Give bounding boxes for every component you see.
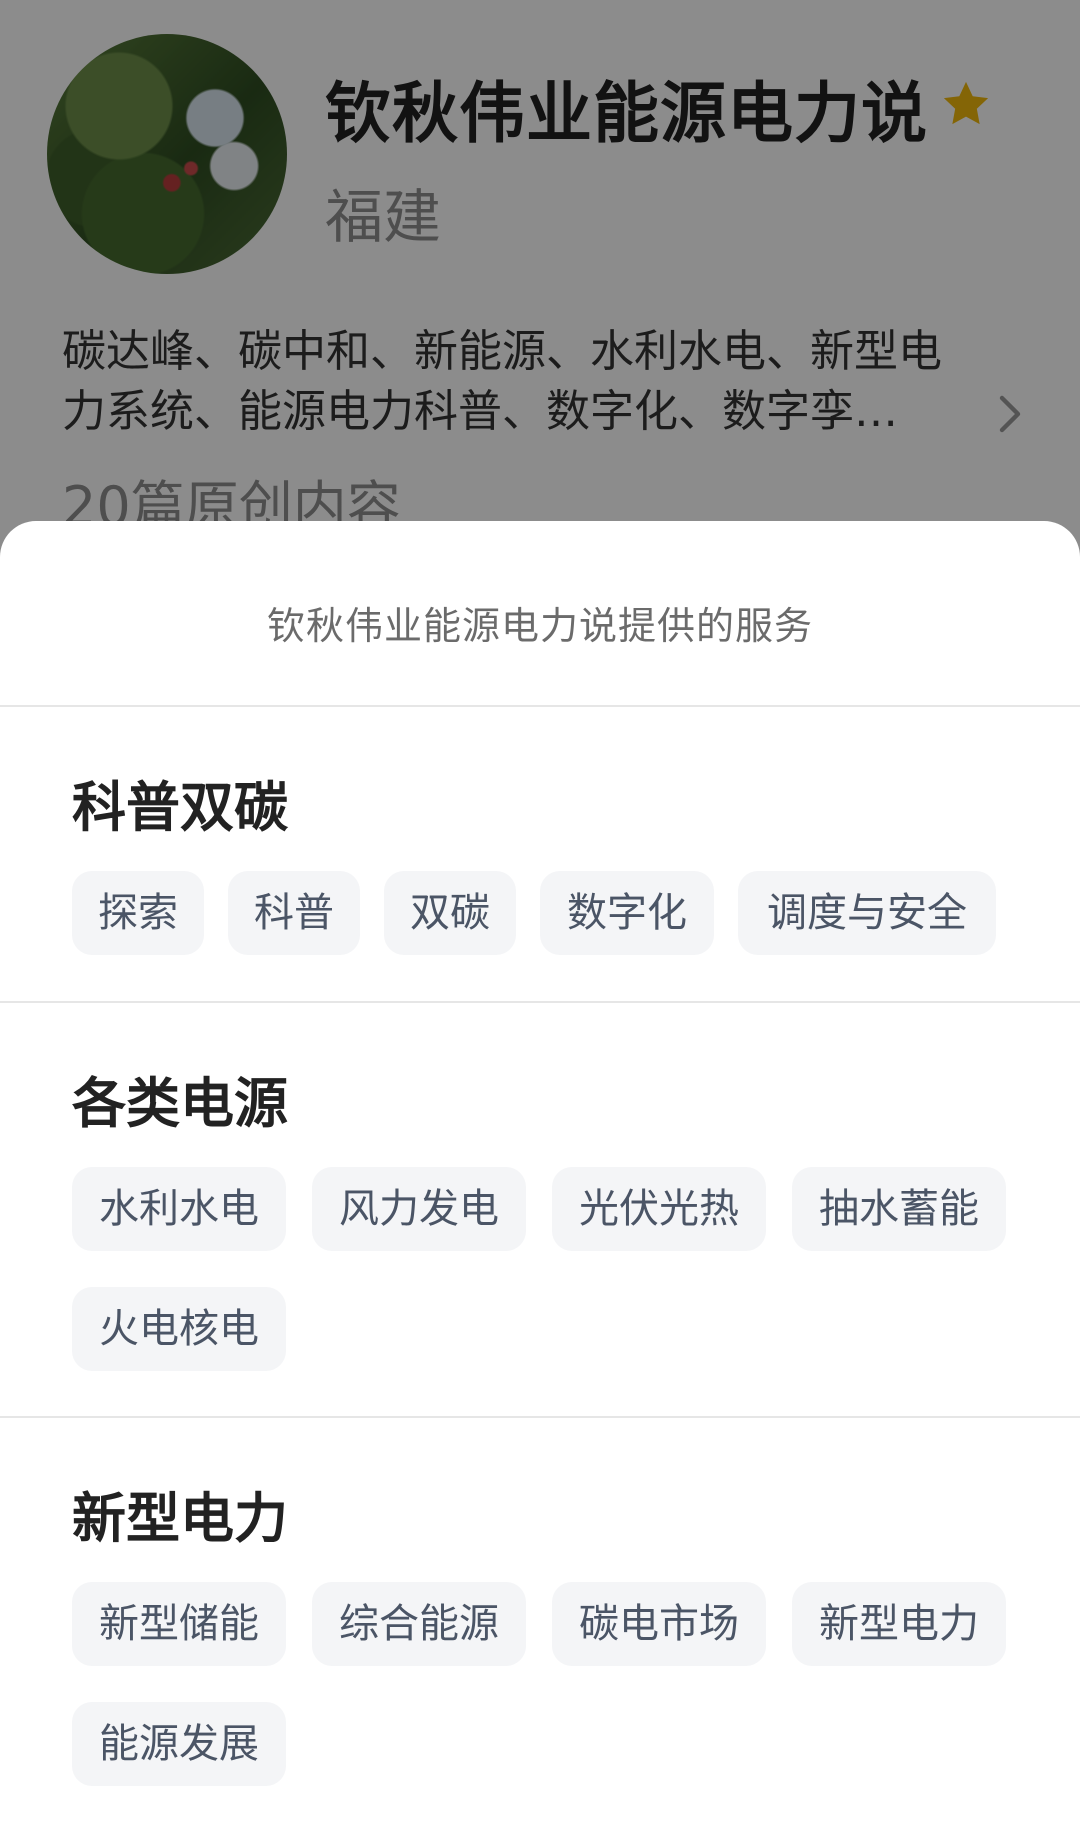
tag-wind-power[interactable]: 风力发电 <box>312 1167 526 1251</box>
section-power-sources: 各类电源 水利水电 风力发电 光伏光热 抽水蓄能 火电核电 <box>0 1003 1080 1418</box>
section-title: 各类电源 <box>72 1072 288 1135</box>
section-title: 新型电力 <box>72 1487 288 1550</box>
tag-energy-development[interactable]: 能源发展 <box>72 1702 286 1786</box>
tag-new-storage[interactable]: 新型储能 <box>72 1582 286 1666</box>
sheet-header: 钦秋伟业能源电力说提供的服务 <box>0 521 1080 707</box>
tag-integrated-energy[interactable]: 综合能源 <box>312 1582 526 1666</box>
tag-science[interactable]: 科普 <box>228 871 360 955</box>
tag-thermal-nuclear[interactable]: 火电核电 <box>72 1287 286 1371</box>
tag-pumped-storage[interactable]: 抽水蓄能 <box>792 1167 1006 1251</box>
tag-new-power-system[interactable]: 新型电力 <box>792 1582 1006 1666</box>
tag-digitalization[interactable]: 数字化 <box>540 871 714 955</box>
tag-dispatch-safety[interactable]: 调度与安全 <box>738 871 996 955</box>
services-sheet: 钦秋伟业能源电力说提供的服务 科普双碳 探索 科普 双碳 数字化 调度与安全 各… <box>0 521 1080 1821</box>
section-science: 科普双碳 探索 科普 双碳 数字化 调度与安全 <box>0 707 1080 1003</box>
sheet-title: 钦秋伟业能源电力说提供的服务 <box>266 604 813 648</box>
tag-hydropower[interactable]: 水利水电 <box>72 1167 286 1251</box>
section-title: 科普双碳 <box>72 776 288 839</box>
section-new-power: 新型电力 新型储能 综合能源 碳电市场 新型电力 能源发展 <box>0 1418 1080 1821</box>
tag-carbon-power-market[interactable]: 碳电市场 <box>552 1582 766 1666</box>
tag-dual-carbon[interactable]: 双碳 <box>384 871 516 955</box>
tag-solar[interactable]: 光伏光热 <box>552 1167 766 1251</box>
tag-explore[interactable]: 探索 <box>72 871 204 955</box>
